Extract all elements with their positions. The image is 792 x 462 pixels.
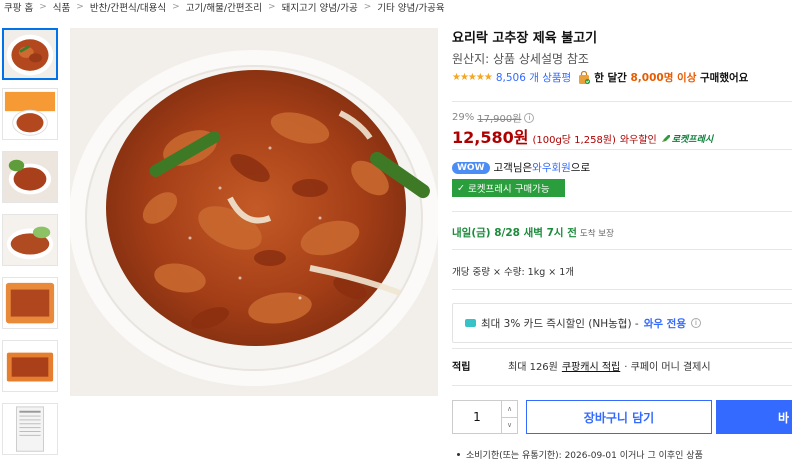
quantity-stepper: 1 ∧ ∨ [452,400,518,434]
rocket-fresh-available-button[interactable]: ✓ 로켓프레시 구매가능 [452,179,565,197]
rocket-fresh-badge: 로켓프레시 [661,132,713,145]
delivery-date: 내일(금) 8/28 새벽 7시 전 [452,227,577,239]
sale-price: 12,580원 [452,128,529,147]
lettuce-wrap-thumbnail-image [3,215,57,265]
delivery-guarantee: 도착 보장 [579,229,614,239]
unit-price: (100g당 1,258원) [532,135,616,146]
closeup-thumbnail-image [3,278,57,328]
discount-row: 29% 17,900원 i [452,110,535,125]
credit-card-icon [465,319,476,327]
bulgogi-thumbnail-image [4,30,56,78]
expiry-info: 소비기한(또는 유통기한): 2026-09-01 이거나 그 이후인 상품 [452,448,703,461]
coupang-cash-link[interactable]: 쿠팡캐시 적립 [562,358,620,373]
info-icon[interactable]: i [524,112,535,123]
thumbnail-6[interactable] [2,340,58,392]
thumbnail-1[interactable] [2,28,58,80]
purchase-suffix: 구매했어요 [700,72,749,84]
wow-member-row: WOW 고객님은 와우회원 으로 [452,160,590,175]
chevron-right-icon: > [172,2,180,12]
points-amount: 최대 126원 [508,362,558,373]
quantity-arrows: ∧ ∨ [501,401,517,433]
points-row: 적립 최대 126원 쿠팡캐시 적립 · 쿠페이 머니 결제시 [452,358,711,373]
quantity-input[interactable]: 1 [453,401,501,433]
shopping-bag-icon [577,70,591,85]
breadcrumb-other[interactable]: 기타 양념/가공육 [377,0,444,14]
points-label: 적립 [452,362,471,373]
price-row: 12,580원 (100g당 1,258원) 와우할인 로켓프레시 [452,124,713,148]
chevron-right-icon: > [363,2,372,12]
divider [452,385,792,386]
expiry-text: 소비기한(또는 유통기한): 2026-09-01 이거나 그 이후인 상품 [466,451,703,461]
thumbnail-7[interactable] [2,403,58,455]
points-suffix: · 쿠페이 머니 결제시 [624,362,711,373]
label-thumbnail-image [3,404,57,454]
info-icon[interactable]: i [690,318,701,328]
add-to-cart-button[interactable]: 장바구니 담기 [526,400,712,434]
thumbnail-3[interactable] [2,151,58,203]
wow-prefix: 고객님은 [493,162,533,174]
breadcrumb-side-dish[interactable]: 반찬/간편식/대용식 [90,0,166,14]
card-discount-box[interactable]: 최대 3% 카드 즉시할인 (NH농협) - 와우 전용 i [452,303,792,343]
original-price: 17,900원 [477,114,522,125]
rocket-icon [661,135,670,142]
chevron-right-icon: > [268,2,276,12]
pack-thumbnail-image [3,341,57,391]
card-wow-only: 와우 전용 [643,317,686,330]
delivery-estimate: 내일(금) 8/28 새벽 7시 전 도착 보장 [452,225,614,240]
buy-now-button[interactable]: 바 [716,400,792,434]
card-discount-text: 최대 3% 카드 즉시할인 (NH농협) - [481,317,639,330]
star-rating-icon: ★★★★★ [452,72,493,83]
chevron-right-icon: > [76,2,84,12]
divider [452,211,792,212]
rocket-fresh-label: 로켓프레시 [671,135,714,145]
purchase-stats: 한 달간 8,000명 이상 구매했어요 [594,70,748,85]
breadcrumb-meat[interactable]: 고기/해물/간편조리 [186,0,262,14]
purchase-count: 8,000명 이상 [630,72,697,84]
breadcrumb-pork[interactable]: 돼지고기 양념/가공 [282,0,358,14]
wow-member-link[interactable]: 와우회원 [532,160,571,175]
main-product-image[interactable] [70,28,438,396]
chevron-right-icon: > [39,2,47,12]
divider [452,149,792,150]
divider [452,101,792,102]
chevron-up-icon[interactable]: ∧ [502,401,517,417]
option-info: 개당 중량 × 수량: 1kg × 1개 [452,267,575,278]
divider [452,289,792,290]
rocket-fresh-available-label: 로켓프레시 구매가능 [467,184,550,195]
wow-badge: WOW [452,161,490,174]
breadcrumb-home[interactable]: 쿠팡 홈 [4,0,33,14]
rating-row: ★★★★★ 8,506 개 상품평 한 달간 8,000명 이상 구매했어요 [452,70,748,85]
bulgogi-main-image [70,28,438,396]
wow-discount-label: 와우할인 [619,135,657,146]
bullet-icon [457,453,460,456]
chevron-down-icon[interactable]: ∨ [502,416,517,434]
purchase-prefix: 한 달간 [594,72,627,84]
package-thumbnail-image [3,89,57,139]
discount-rate: 29% [452,112,475,123]
thumbnail-5[interactable] [2,277,58,329]
check-icon: ✓ [457,182,465,194]
thumbnail-4[interactable] [2,214,58,266]
breadcrumb-food[interactable]: 식품 [53,0,70,14]
review-count-link[interactable]: 8,506 개 상품평 [496,70,571,85]
divider [452,249,792,250]
wow-suffix: 으로 [570,162,591,174]
product-title: 요리락 고추장 제육 불고기 [452,31,598,46]
dish-thumbnail-image [3,152,57,202]
breadcrumb: 쿠팡 홈 > 식품 > 반찬/간편식/대용식 > 고기/해물/간편조리 > 돼지고기 양… [4,0,445,14]
divider [452,348,792,349]
thumbnail-2[interactable] [2,88,58,140]
product-origin: 원산지: 상품 상세설명 참조 [452,52,589,66]
